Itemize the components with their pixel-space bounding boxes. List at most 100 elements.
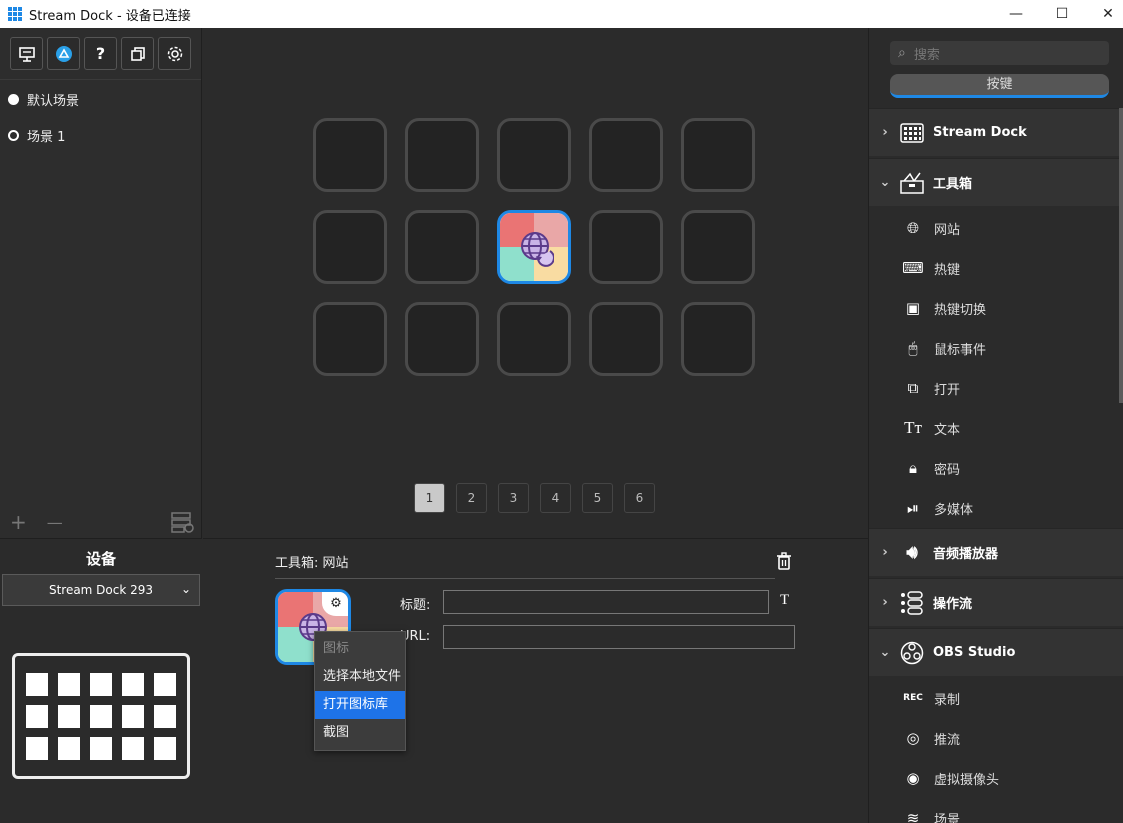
presentation-button[interactable] <box>10 37 43 70</box>
key-slot[interactable] <box>313 210 387 284</box>
action-label: 推流 <box>934 732 961 748</box>
icon-context-menu: 图标 选择本地文件 打开图标库 截图 <box>314 631 406 751</box>
presentation-icon <box>18 46 35 62</box>
category-audio-player[interactable]: › 🔊︎ 音频播放器 <box>869 528 1123 576</box>
category-label: OBS Studio <box>933 645 1016 660</box>
title-label: 标题: <box>400 598 431 613</box>
action-item-website[interactable]: 🌐︎ 网站 <box>869 208 1123 248</box>
action-item-text[interactable]: Tт 文本 <box>869 408 1123 448</box>
action-item-hotkey-switch[interactable]: ▣ 热键切换 <box>869 288 1123 328</box>
device-preview <box>12 653 190 779</box>
action-item-virtual-camera[interactable]: ◉ 虚拟摄像头 <box>869 758 1123 798</box>
action-item-multimedia[interactable]: ⏯ 多媒体 <box>869 488 1123 528</box>
device-section: 设备 Stream Dock 293 ⌄ <box>0 538 202 823</box>
copy-button[interactable] <box>121 37 154 70</box>
action-item-open[interactable]: ⧉ 打开 <box>869 368 1123 408</box>
key-slot[interactable] <box>405 210 479 284</box>
scrollbar[interactable] <box>1119 108 1123 403</box>
key-slot[interactable] <box>589 302 663 376</box>
key-slot[interactable] <box>681 302 755 376</box>
action-item-record[interactable]: REC 录制 <box>869 678 1123 718</box>
play-pause-icon: ⏯ <box>906 499 919 517</box>
action-item-scene[interactable]: ≋ 场景 <box>869 798 1123 823</box>
device-select[interactable]: Stream Dock 293 ⌄ <box>2 574 200 606</box>
search-field[interactable]: ⌕ 搜索 <box>890 41 1109 65</box>
url-input[interactable] <box>443 625 795 649</box>
page-button-4[interactable]: 4 <box>540 483 571 513</box>
action-label: 录制 <box>934 692 961 708</box>
properties-panel: 工具箱: 网站 ⚙ 标题: T URL: 图标 选择本地文件 打开图标库 截图 <box>203 540 868 823</box>
chevron-down-icon: ⌄ <box>180 582 191 596</box>
minimize-button[interactable]: — <box>993 0 1039 28</box>
scene-item-default[interactable]: 默认场景 <box>0 81 201 117</box>
key-slot-website-selected[interactable] <box>497 210 571 284</box>
scene-label: 场景 1 <box>27 129 66 145</box>
remove-scene-button[interactable]: — <box>47 513 63 532</box>
key-slot[interactable] <box>405 118 479 192</box>
tab-keys[interactable]: 按键 <box>890 74 1109 98</box>
rec-icon: REC <box>903 693 923 703</box>
stream-icon: ◎ <box>906 729 920 747</box>
category-label: 操作流 <box>933 597 973 612</box>
action-item-mouse-event[interactable]: 🖱︎ 鼠标事件 <box>869 328 1123 368</box>
category-obs-studio[interactable]: ⌄ OBS Studio <box>869 628 1123 676</box>
key-slot[interactable] <box>681 210 755 284</box>
store-button[interactable] <box>47 37 80 70</box>
search-icon: ⌕ <box>898 45 906 61</box>
lock-icon: 🔒︎ <box>909 459 917 477</box>
action-label: 文本 <box>934 422 961 438</box>
close-button[interactable]: ✕ <box>1085 0 1123 28</box>
page-button-2[interactable]: 2 <box>456 483 487 513</box>
add-scene-button[interactable]: + <box>10 510 27 534</box>
key-slot[interactable] <box>313 118 387 192</box>
key-slot[interactable] <box>681 118 755 192</box>
chevron-down-icon: ⌄ <box>879 175 891 190</box>
key-slot[interactable] <box>497 118 571 192</box>
action-item-password[interactable]: 🔒︎ 密码 <box>869 448 1123 488</box>
key-slot[interactable] <box>313 302 387 376</box>
page-button-6[interactable]: 6 <box>624 483 655 513</box>
trash-icon[interactable] <box>776 552 792 570</box>
copy-icon <box>130 46 145 61</box>
category-label: Stream Dock <box>933 125 1027 140</box>
category-action-flow[interactable]: › 操作流 <box>869 578 1123 626</box>
key-slot[interactable] <box>589 210 663 284</box>
page-button-5[interactable]: 5 <box>582 483 613 513</box>
category-stream-dock[interactable]: › Stream Dock <box>869 108 1123 156</box>
action-label: 场景 <box>934 812 961 823</box>
action-label: 热键 <box>934 262 961 278</box>
help-button[interactable]: ? <box>84 37 117 70</box>
icon-settings-gear-icon[interactable]: ⚙ <box>322 592 348 616</box>
menu-item-screenshot[interactable]: 截图 <box>315 719 405 747</box>
category-toolbox[interactable]: ⌄ 工具箱 <box>869 158 1123 206</box>
right-panel: ⌕ 搜索 按键 › Stream Dock ⌄ 工具箱 🌐︎ 网站 ⌨ 热键 ▣ 热键… <box>868 28 1123 823</box>
scene-item-1[interactable]: 场景 1 <box>0 117 201 153</box>
key-slot[interactable] <box>497 302 571 376</box>
chevron-right-icon: › <box>882 545 888 560</box>
settings-button[interactable] <box>158 37 191 70</box>
action-label: 密码 <box>934 462 961 478</box>
center-panel: 1 2 3 4 5 6 工具箱: 网站 ⚙ 标题: T URL: 图标 选择本地… <box>203 28 868 823</box>
page-button-1[interactable]: 1 <box>414 483 445 513</box>
menu-item-select-local-file[interactable]: 选择本地文件 <box>315 663 405 691</box>
menu-item-open-icon-library[interactable]: 打开图标库 <box>315 691 405 719</box>
scene-manage-icon[interactable] <box>171 511 195 533</box>
obs-logo-icon <box>899 640 925 666</box>
page-button-3[interactable]: 3 <box>498 483 529 513</box>
category-label: 音频播放器 <box>933 547 999 562</box>
toolbox-icon <box>899 170 925 196</box>
key-slot[interactable] <box>405 302 479 376</box>
action-label: 鼠标事件 <box>934 342 987 358</box>
flow-icon <box>899 590 925 616</box>
title-input[interactable] <box>443 590 769 614</box>
layers-icon: ≋ <box>906 809 920 823</box>
action-item-stream[interactable]: ◎ 推流 <box>869 718 1123 758</box>
key-slot[interactable] <box>589 118 663 192</box>
action-label: 虚拟摄像头 <box>934 772 1000 788</box>
maximize-button[interactable]: ☐ <box>1039 0 1085 28</box>
left-toolbar: ? <box>0 28 201 80</box>
window-title: Stream Dock - 设备已连接 <box>29 8 191 24</box>
action-item-hotkey[interactable]: ⌨ 热键 <box>869 248 1123 288</box>
chevron-right-icon: › <box>882 125 888 140</box>
text-style-button[interactable]: T <box>780 592 789 609</box>
